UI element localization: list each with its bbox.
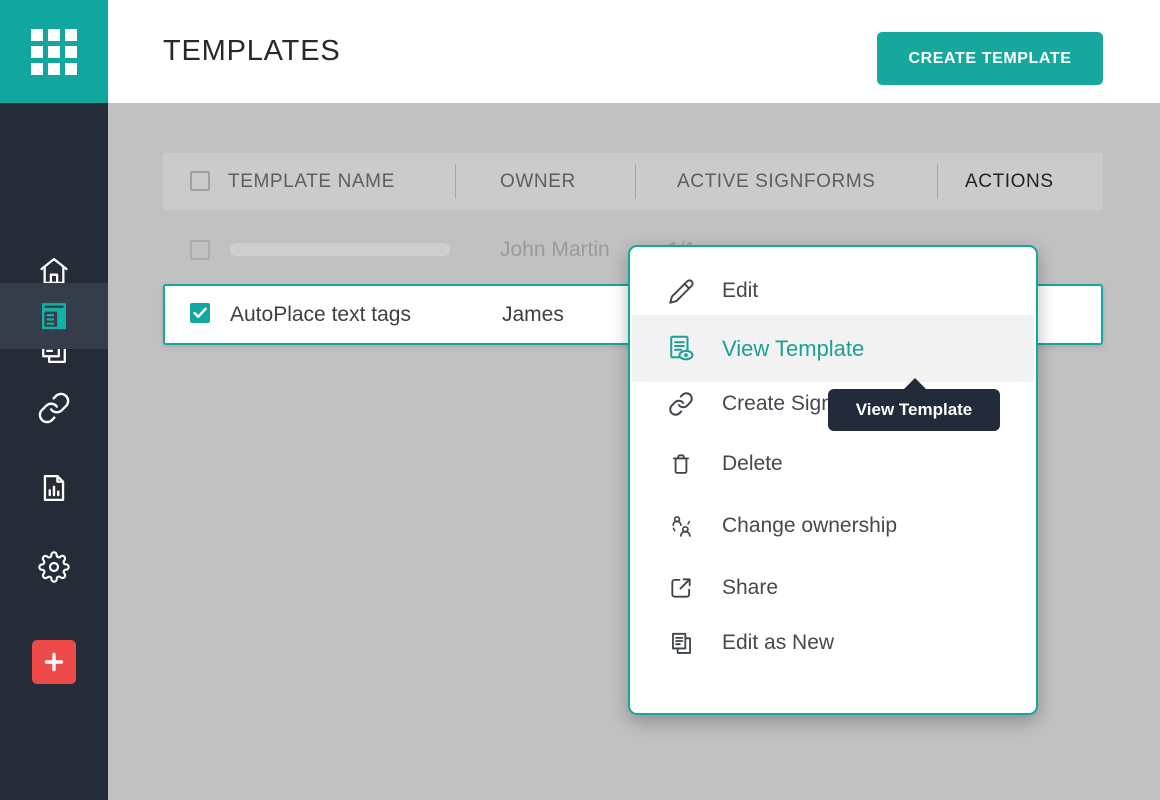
menu-item-label: Share	[722, 576, 778, 600]
table-header: TEMPLATE NAME OWNER ACTIVE SIGNFORMS ACT…	[163, 153, 1103, 210]
checkmark-icon	[193, 307, 207, 319]
create-template-button[interactable]: CREATE TEMPLATE	[877, 32, 1103, 85]
sidebar-item-signforms[interactable]	[0, 375, 108, 441]
menu-item-edit[interactable]: Edit	[632, 265, 1034, 317]
app-launcher[interactable]	[0, 0, 108, 103]
templates-icon	[37, 299, 71, 333]
menu-item-label: View Template	[722, 336, 864, 362]
sidebar-item-reports[interactable]	[0, 455, 108, 521]
app-window: TEMPLATES CREATE TEMPLATE	[0, 0, 1160, 800]
menu-item-label: Change ownership	[722, 514, 897, 538]
grid-icon	[31, 29, 77, 75]
owner-cell: John Martin	[500, 224, 610, 276]
link-icon	[666, 389, 696, 419]
tooltip-text: View Template	[856, 400, 973, 420]
menu-item-label: Edit	[722, 279, 758, 303]
report-icon	[37, 471, 71, 505]
menu-item-delete[interactable]: Delete	[632, 437, 1034, 491]
menu-item-share[interactable]: Share	[632, 561, 1034, 615]
sidebar-item-templates[interactable]	[0, 283, 108, 349]
select-all-checkbox[interactable]	[190, 171, 210, 191]
share-icon	[666, 573, 696, 603]
actions-context-menu: Edit View Template Create Sign	[628, 245, 1038, 715]
trash-icon	[666, 449, 696, 479]
sidebar	[0, 103, 108, 800]
edit-as-new-icon	[666, 628, 696, 658]
plus-icon	[44, 652, 64, 672]
column-actions[interactable]: ACTIONS	[965, 153, 1054, 210]
menu-item-view-template[interactable]: View Template	[632, 315, 1034, 382]
menu-item-change-ownership[interactable]: Change ownership	[632, 499, 1034, 553]
add-new-button[interactable]	[32, 640, 76, 684]
menu-item-edit-as-new[interactable]: Edit as New	[632, 616, 1034, 670]
menu-item-label: Delete	[722, 452, 783, 476]
view-template-tooltip: View Template	[828, 389, 1000, 431]
sidebar-item-settings[interactable]	[0, 534, 108, 600]
row-checkbox[interactable]	[190, 240, 210, 260]
column-divider	[937, 164, 938, 199]
column-template-name[interactable]: TEMPLATE NAME	[228, 153, 395, 210]
template-name-placeholder	[230, 243, 450, 256]
gear-icon	[38, 551, 70, 583]
change-ownership-icon	[666, 511, 696, 541]
row-checkbox-checked[interactable]	[190, 303, 210, 323]
template-name-cell: AutoPlace text tags	[230, 286, 411, 343]
view-template-icon	[666, 334, 696, 364]
menu-item-label: Create Sign	[722, 392, 833, 416]
owner-cell: James	[502, 286, 564, 343]
menu-item-label: Edit as New	[722, 631, 834, 655]
tooltip-caret	[903, 378, 927, 390]
column-divider	[455, 164, 456, 199]
page-title: TEMPLATES	[163, 0, 340, 103]
column-owner[interactable]: OWNER	[500, 153, 576, 210]
column-divider	[635, 164, 636, 199]
column-active-signforms[interactable]: ACTIVE SIGNFORMS	[677, 153, 876, 210]
link-icon	[37, 391, 71, 425]
pencil-icon	[666, 276, 696, 306]
